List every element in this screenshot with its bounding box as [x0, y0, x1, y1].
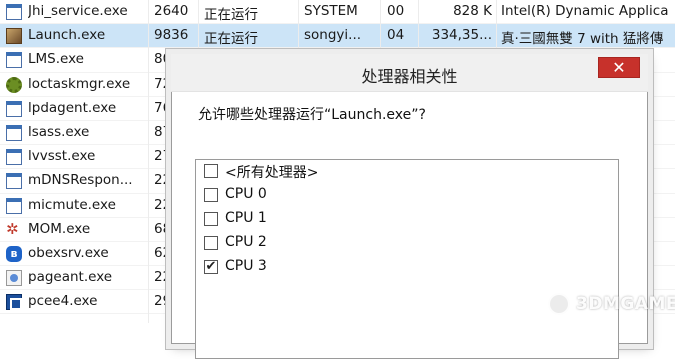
processor-checkbox[interactable] — [204, 164, 218, 178]
process-description: 真·三國無雙 7 with 猛將傳 — [501, 31, 664, 48]
game-icon — [6, 28, 24, 45]
watermark-logo: 3DMGAME — [548, 292, 675, 318]
process-row[interactable]: Jhi_service.exe 2640 正在运行 SYSTEM 00 828 K Inte… — [0, 0, 675, 25]
process-name: obexsrv.exe — [28, 244, 109, 261]
process-memory: 334,35... — [431, 27, 492, 44]
window-icon — [6, 4, 24, 20]
processor-option[interactable]: CPU 1 — [196, 208, 618, 232]
window-icon — [6, 4, 22, 20]
bluetooth-icon: ʙ — [6, 245, 22, 262]
process-description: Intel(R) Dynamic Applica — [501, 3, 669, 19]
watermark-text: 3DMGAME — [576, 294, 675, 314]
window-icon — [6, 173, 22, 190]
dialog-title: 处理器相关性 — [361, 67, 458, 86]
pcee-icon — [6, 294, 22, 311]
window-icon — [6, 52, 22, 69]
process-name: pcee4.exe — [28, 293, 98, 310]
process-name: micmute.exe — [28, 196, 116, 213]
window-icon — [6, 197, 22, 214]
process-name: loctaskmgr.exe — [28, 75, 131, 92]
gear-icon — [6, 76, 22, 93]
window-icon — [6, 124, 24, 141]
process-cpu: 00 — [387, 3, 405, 19]
process-cpu: 04 — [387, 27, 405, 44]
window-icon — [6, 173, 24, 190]
mom-icon: ✲ — [6, 221, 19, 238]
process-name: mDNSRespon... — [28, 172, 133, 189]
process-pid: 9836 — [154, 27, 189, 44]
process-name: Jhi_service.exe — [28, 3, 128, 19]
process-name: LMS.exe — [28, 51, 84, 68]
watermark-disc-icon — [548, 293, 570, 315]
gear-icon — [6, 76, 24, 93]
process-memory: 828 K — [453, 3, 492, 19]
bluetooth-icon: ʙ — [6, 245, 24, 262]
process-name: lpdagent.exe — [28, 99, 117, 116]
close-icon: ✕ — [612, 58, 626, 77]
dialog-prompt: 允许哪些处理器运行“Launch.exe”? — [198, 107, 426, 123]
window-icon — [6, 149, 24, 166]
dialog-titlebar[interactable]: 处理器相关性 ✕ — [171, 54, 648, 92]
window-icon — [6, 197, 24, 214]
pageant-icon — [6, 270, 24, 287]
close-button[interactable]: ✕ — [598, 57, 640, 78]
process-user: SYSTEM — [304, 3, 358, 19]
process-name: pageant.exe — [28, 269, 113, 286]
processor-checkbox[interactable]: ✔ — [204, 260, 218, 274]
process-status: 正在运行 — [204, 7, 258, 23]
pageant-icon — [6, 270, 22, 287]
window-icon — [6, 52, 24, 69]
processor-option[interactable]: CPU 2 — [196, 232, 618, 256]
process-name: lvvsst.exe — [28, 148, 96, 165]
window-icon — [6, 100, 22, 117]
column-divider — [148, 0, 149, 323]
process-status: 正在运行 — [204, 31, 258, 48]
processor-checkbox[interactable] — [204, 212, 218, 226]
window-icon — [6, 124, 22, 141]
processor-label: CPU 3 — [225, 258, 267, 274]
pcee-icon — [6, 294, 24, 311]
process-name: lsass.exe — [28, 123, 90, 140]
processor-option[interactable]: CPU 0 — [196, 184, 618, 208]
window-icon — [6, 149, 22, 166]
processor-option[interactable]: ✔ CPU 3 — [196, 256, 618, 280]
processor-option[interactable]: <所有处理器> — [196, 160, 618, 184]
processor-label: CPU 1 — [225, 210, 267, 226]
processor-label: CPU 0 — [225, 186, 267, 202]
game-icon — [6, 28, 22, 45]
mom-icon: ✲ — [6, 222, 24, 238]
process-name: Launch.exe — [28, 27, 106, 44]
window-icon — [6, 100, 24, 117]
process-name: MOM.exe — [28, 220, 91, 237]
processor-checkbox[interactable] — [204, 236, 218, 250]
processor-label: <所有处理器> — [225, 165, 319, 181]
process-user: songyi... — [304, 27, 362, 44]
processor-list: <所有处理器> CPU 0 CPU 1 CPU 2 ✔ CPU 3 — [195, 159, 619, 359]
processor-label: CPU 2 — [225, 234, 267, 250]
process-row[interactable]: Launch.exe 9836 正在运行 songyi... 04 334,35... 真·… — [0, 24, 675, 49]
processor-checkbox[interactable] — [204, 188, 218, 202]
process-pid: 2640 — [154, 3, 189, 19]
